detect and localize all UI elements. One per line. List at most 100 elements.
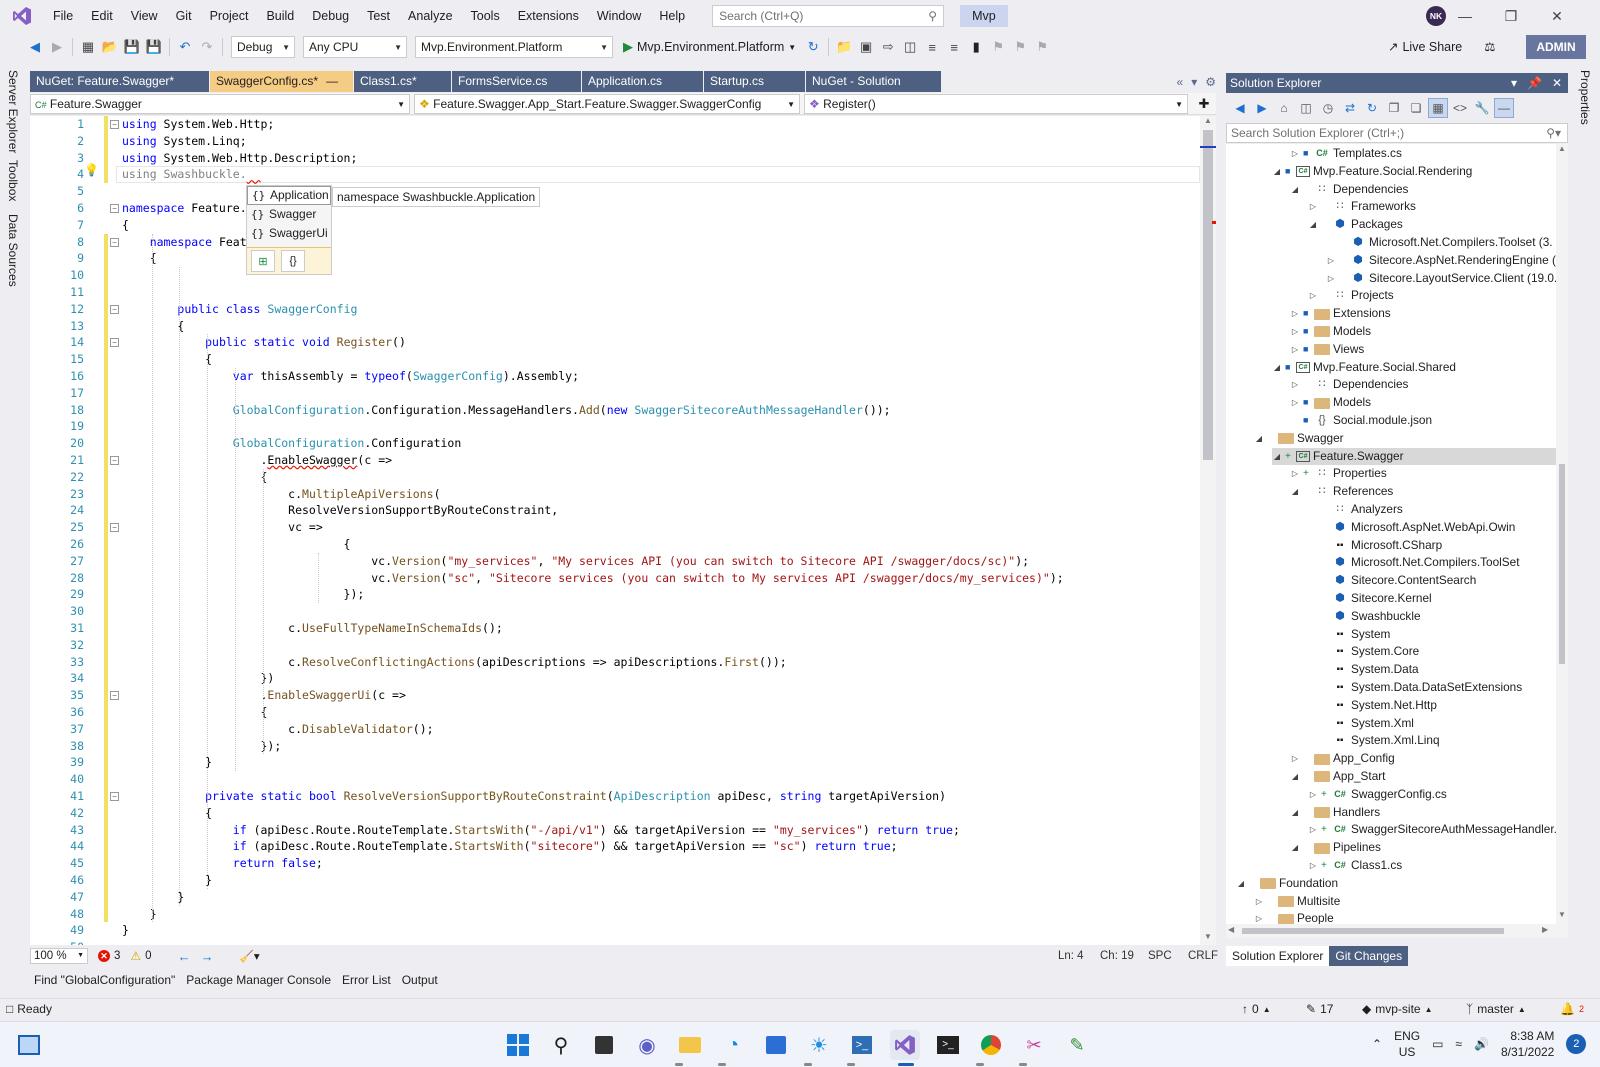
toolbox-tab[interactable]: Toolbox: [6, 160, 20, 201]
branch-selector[interactable]: ᛉ master ▲: [1466, 1002, 1526, 1016]
tree-node[interactable]: ◢ ■ C# Mvp.Feature.Social.Rendering: [1272, 163, 1472, 181]
pin-icon[interactable]: 📌: [1527, 73, 1542, 93]
admin-badge[interactable]: ADMIN: [1526, 35, 1586, 59]
menu-git[interactable]: Git: [167, 0, 201, 32]
edge-icon[interactable]: ◔: [718, 1030, 748, 1060]
expanded-triangle-icon[interactable]: ◢: [1290, 181, 1300, 199]
tree-node[interactable]: ▷ Multisite: [1254, 893, 1340, 911]
line-indicator[interactable]: Ln: 4: [1058, 950, 1084, 962]
collapse-all-icon[interactable]: ❐: [1384, 98, 1404, 118]
solution-explorer-hscroll-thumb[interactable]: [1242, 928, 1504, 934]
completion-item[interactable]: {} Application: [247, 186, 331, 205]
configuration-dropdown[interactable]: Debug ▼: [231, 36, 295, 58]
terminal-icon[interactable]: >_: [933, 1030, 963, 1060]
save-icon[interactable]: 💾: [121, 36, 143, 58]
new-project-icon[interactable]: ▦: [77, 36, 99, 58]
chat-icon[interactable]: ◉: [632, 1030, 662, 1060]
document-tab[interactable]: NuGet: Feature.Swagger*: [30, 71, 210, 92]
show-all-files-icon[interactable]: ❏: [1406, 98, 1426, 118]
live-share-button[interactable]: ↗ Live Share ⚖: [1388, 39, 1495, 55]
menu-project[interactable]: Project: [201, 0, 258, 32]
menu-tools[interactable]: Tools: [462, 0, 509, 32]
fold-toggle-icon[interactable]: −: [110, 237, 119, 247]
whitespace-indicator[interactable]: SPC: [1148, 950, 1172, 962]
collapsed-triangle-icon[interactable]: ▷: [1290, 323, 1300, 341]
tree-node[interactable]: ▪▪ System: [1308, 626, 1390, 644]
tree-node[interactable]: ▷ People: [1254, 910, 1334, 924]
expand-filter-icon[interactable]: ⊞: [251, 250, 275, 272]
tab-error-list[interactable]: Error List: [338, 970, 395, 990]
search-input[interactable]: Search (Ctrl+Q) ⚲: [712, 5, 945, 27]
save-all-icon[interactable]: 💾: [143, 36, 165, 58]
tree-node[interactable]: ◢ Pipelines: [1290, 839, 1381, 857]
snipping-tool-icon[interactable]: ✂: [1019, 1030, 1049, 1060]
expanded-triangle-icon[interactable]: ◢: [1272, 359, 1282, 377]
tree-node[interactable]: ▷ ■ Models: [1290, 323, 1371, 341]
data-sources-tab[interactable]: Data Sources: [6, 214, 20, 287]
expanded-triangle-icon[interactable]: ◢: [1254, 430, 1264, 448]
fold-toggle-icon[interactable]: −: [110, 456, 119, 465]
chrome-icon[interactable]: [976, 1030, 1006, 1060]
collapsed-triangle-icon[interactable]: ▷: [1326, 270, 1336, 288]
tree-node[interactable]: ▷ + C# Class1.cs: [1308, 857, 1402, 875]
tree-node[interactable]: ⬢ Microsoft.Net.Compilers.ToolSet: [1308, 554, 1519, 572]
restore-icon[interactable]: ❐: [1488, 0, 1534, 32]
tab-find-results[interactable]: Find "GlobalConfiguration": [30, 970, 179, 990]
home-icon[interactable]: ⌂: [1274, 98, 1294, 118]
tree-node[interactable]: ▷ ■ C# Templates.cs: [1290, 145, 1402, 163]
wifi-icon[interactable]: ≈: [1455, 1037, 1462, 1051]
tree-node[interactable]: ▷ ■ Views: [1290, 341, 1364, 359]
file-explorer-icon[interactable]: [675, 1030, 705, 1060]
expanded-triangle-icon[interactable]: ◢: [1272, 163, 1282, 181]
back-icon[interactable]: ◀: [1230, 98, 1250, 118]
expanded-triangle-icon[interactable]: ◢: [1272, 448, 1282, 466]
next-issue-icon[interactable]: →: [201, 949, 214, 964]
solution-explorer-scrollbar[interactable]: ▲ ▼: [1556, 144, 1568, 924]
previous-issue-icon[interactable]: ←: [178, 949, 191, 964]
history-icon[interactable]: ◷: [1318, 98, 1338, 118]
tree-node[interactable]: ⬢ Swashbuckle: [1308, 608, 1420, 626]
document-tab[interactable]: NuGet - Solution: [806, 71, 942, 92]
menu-extensions[interactable]: Extensions: [509, 0, 588, 32]
language-indicator[interactable]: ENG US: [1394, 1028, 1420, 1060]
tree-node[interactable]: ▪▪ System.Data.DataSetExtensions: [1308, 679, 1522, 697]
outdent-icon[interactable]: ≡: [943, 36, 965, 58]
document-tab[interactable]: Application.cs: [582, 71, 704, 92]
member-dropdown[interactable]: ❖ Register() ▼: [804, 94, 1188, 114]
step-icon[interactable]: ⇨: [877, 36, 899, 58]
chevron-down-icon[interactable]: ▾: [1511, 73, 1517, 93]
document-tab[interactable]: FormsService.cs: [452, 71, 582, 92]
close-icon[interactable]: ✕: [1552, 73, 1562, 93]
fold-toggle-icon[interactable]: −: [110, 792, 119, 801]
notifications[interactable]: 🔔 2: [1560, 1002, 1584, 1016]
tab-git-changes[interactable]: Git Changes: [1329, 946, 1409, 966]
refresh-icon[interactable]: ↻: [802, 36, 824, 58]
tree-node[interactable]: ▷ ⬢ Sitecore.LayoutService.Client (19.0.: [1326, 270, 1556, 288]
close-icon[interactable]: ✕: [1534, 0, 1580, 32]
scroll-left-icon[interactable]: ◀: [1228, 925, 1234, 934]
collapsed-triangle-icon[interactable]: ▷: [1254, 910, 1264, 924]
tree-node[interactable]: ▷ + C# SwaggerSitecoreAuthMessageHandler.: [1308, 821, 1556, 839]
switch-views-icon[interactable]: ◫: [1296, 98, 1316, 118]
tree-node[interactable]: ■{} Social.module.json: [1290, 412, 1432, 430]
tab-list-icon[interactable]: «: [1177, 75, 1184, 89]
tree-node[interactable]: ∷ Analyzers: [1308, 501, 1403, 519]
expanded-triangle-icon[interactable]: ◢: [1290, 839, 1300, 857]
solution-explorer-scroll-thumb[interactable]: [1559, 464, 1565, 664]
tree-node[interactable]: ⬢ Sitecore.ContentSearch: [1308, 572, 1476, 590]
collapsed-triangle-icon[interactable]: ▷: [1290, 305, 1300, 323]
tree-node[interactable]: ▪▪ Microsoft.CSharp: [1308, 537, 1442, 555]
tree-node[interactable]: ▷ ∷ Dependencies: [1290, 376, 1409, 394]
collapsed-triangle-icon[interactable]: ▷: [1254, 893, 1264, 911]
layout-icon[interactable]: ◫: [899, 36, 921, 58]
fold-toggle-icon[interactable]: −: [110, 304, 119, 314]
editor-scroll-thumb[interactable]: [1203, 130, 1213, 460]
menu-help[interactable]: Help: [650, 0, 694, 32]
push-count[interactable]: ↑ 0 ▲: [1242, 1002, 1271, 1016]
cleanup-icon[interactable]: 🧹▾: [240, 949, 260, 963]
visual-studio-logo-icon[interactable]: [0, 0, 44, 32]
menu-debug[interactable]: Debug: [303, 0, 358, 32]
column-indicator[interactable]: Ch: 19: [1100, 950, 1134, 962]
tree-node[interactable]: ◢ App_Start: [1290, 768, 1386, 786]
error-count[interactable]: ✕ 3: [98, 950, 120, 962]
